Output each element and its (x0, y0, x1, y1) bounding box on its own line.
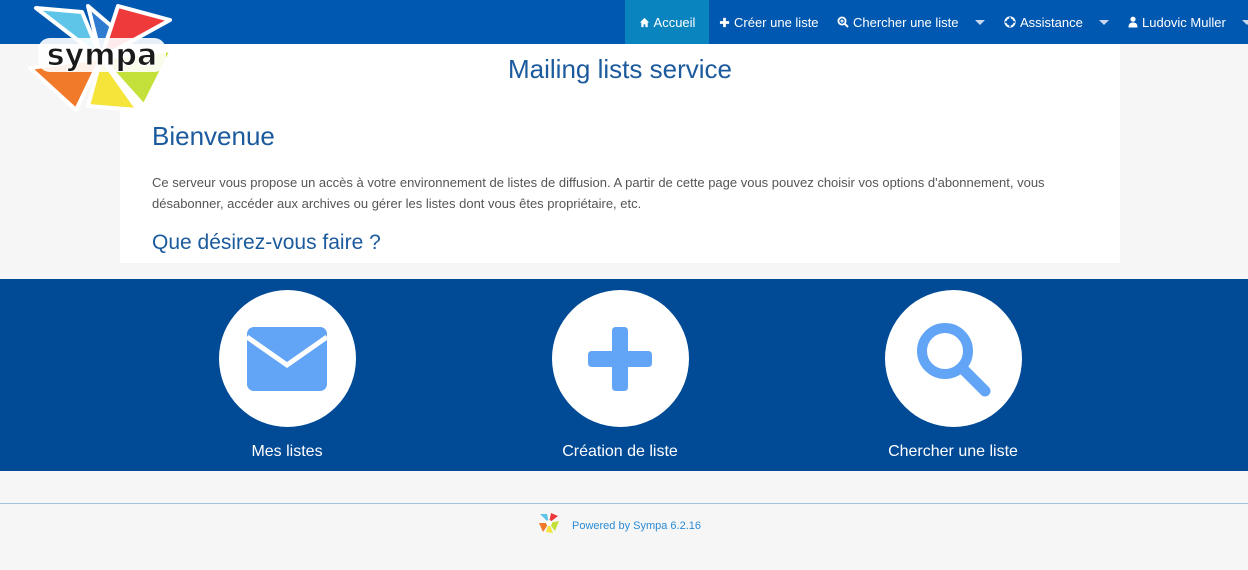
my-lists-button[interactable]: Mes listes (167, 290, 407, 461)
nav-user-label: Ludovic Muller (1142, 14, 1226, 30)
nav-search-label: Chercher une liste (853, 14, 959, 30)
page-title: Mailing lists service (508, 54, 732, 84)
nav-create-label: Créer une liste (734, 14, 819, 30)
nav-user-menu[interactable]: Ludovic Muller (1128, 0, 1248, 44)
nav-home[interactable]: Accueil (625, 0, 709, 44)
envelope-icon (247, 326, 327, 391)
plus-icon (719, 17, 730, 28)
action-label: Mes listes (251, 443, 323, 460)
actions-band: Mes listes Création de liste Chercher un… (0, 279, 1248, 471)
action-label: Chercher une liste (888, 443, 1018, 460)
action-circle (218, 290, 356, 427)
main-panel: Mailing lists service Bienvenue Ce serve… (120, 44, 1120, 263)
lifebuoy-icon (1004, 16, 1016, 28)
user-icon (1128, 16, 1138, 28)
chevron-down-icon (1241, 19, 1248, 25)
plus-icon (588, 326, 652, 391)
sympa-small-logo-icon (538, 512, 560, 539)
footer-divider (0, 503, 1248, 504)
action-circle (884, 290, 1022, 427)
home-icon (639, 17, 650, 28)
nav-search-list[interactable]: Chercher une liste (837, 0, 985, 44)
top-navbar: Accueil Créer une liste Chercher une lis… (0, 0, 1248, 44)
welcome-heading: Bienvenue (152, 121, 275, 151)
search-plus-icon (837, 16, 849, 28)
nav-create-list[interactable]: Créer une liste (719, 0, 819, 44)
search-icon (917, 322, 991, 396)
powered-by-link[interactable]: Powered by Sympa 6.2.16 (572, 520, 701, 532)
action-circle (551, 290, 689, 427)
nav-help-label: Assistance (1020, 14, 1083, 30)
footer: Powered by Sympa 6.2.16 (538, 512, 701, 539)
create-list-button[interactable]: Création de liste (500, 290, 740, 461)
search-list-button[interactable]: Chercher une liste (833, 290, 1073, 461)
nav-home-label: Accueil (653, 14, 696, 30)
nav-help[interactable]: Assistance (1004, 0, 1109, 44)
action-label: Création de liste (562, 443, 678, 460)
chevron-down-icon (974, 19, 985, 25)
intro-text: Ce serveur vous propose un accès à votre… (152, 175, 1045, 211)
chevron-down-icon (1098, 19, 1109, 25)
question-heading: Que désirez-vous faire ? (152, 231, 381, 254)
sympa-logo[interactable]: sympa (26, 2, 176, 114)
logo-text: sympa (47, 38, 157, 73)
